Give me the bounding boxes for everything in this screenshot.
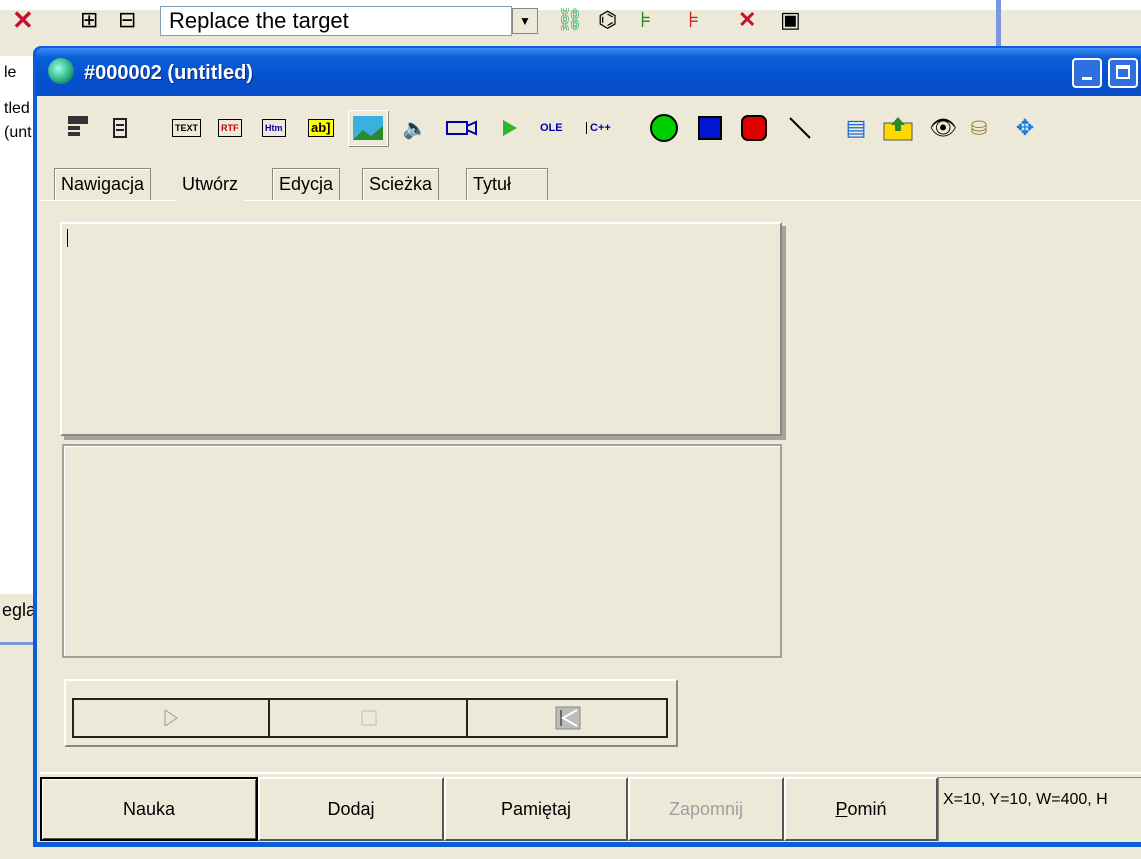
properties-icon[interactable] (64, 114, 92, 142)
video-icon[interactable] (444, 114, 480, 142)
pamietaj-button[interactable]: Pamiętaj (444, 777, 628, 841)
stop-button[interactable] (272, 700, 468, 736)
cpp-object-icon[interactable]: C++ (586, 114, 611, 142)
text-caret (67, 229, 68, 247)
html-object-icon[interactable]: Htm (262, 114, 286, 142)
maximize-button[interactable] (1108, 58, 1138, 88)
globe-icon (48, 58, 74, 84)
content-panel[interactable] (62, 444, 782, 658)
ole-label: OLE (540, 122, 563, 134)
dodaj-button[interactable]: Dodaj (258, 777, 444, 841)
stop-icon (361, 710, 377, 726)
background-list-item: le (4, 64, 17, 81)
rectangle-shape-icon[interactable] (696, 114, 724, 142)
binoculars-icon[interactable]: ⌬ (598, 6, 617, 34)
line-shape-icon[interactable] (786, 114, 814, 142)
rewind-button[interactable] (470, 700, 666, 736)
pomin-label: omiń (847, 798, 887, 819)
window-title: #000002 (untitled) (84, 62, 253, 84)
close-icon[interactable]: ✕ (12, 6, 34, 34)
background-status-text: egla (2, 600, 37, 620)
tab-utworz[interactable]: Utwórz (176, 166, 245, 202)
play-button[interactable] (74, 700, 270, 736)
remove-element-icon[interactable]: ⊧ (688, 6, 699, 34)
rtf-label: RTF (218, 119, 242, 137)
search-input[interactable]: Replace the target (160, 6, 512, 36)
image-object-icon[interactable] (348, 110, 388, 146)
text-edit-panel[interactable] (60, 222, 782, 436)
pomin-accelerator: P (835, 798, 848, 819)
move-icon[interactable]: ✥ (1008, 114, 1042, 142)
htm-label: Htm (262, 119, 286, 137)
play-icon[interactable] (498, 114, 522, 142)
notebook-icon[interactable]: ▤ (840, 114, 872, 142)
window-bottom-border (33, 842, 1141, 847)
dropdown-icon[interactable]: ▼ (512, 8, 538, 34)
text-object-icon[interactable]: TEXT (172, 114, 202, 142)
save-icon[interactable]: ▣ (780, 6, 801, 34)
ab-label: ab] (308, 119, 334, 137)
nauka-button[interactable]: Nauka (40, 777, 258, 841)
circle-shape-icon[interactable] (648, 114, 680, 142)
ole-object-icon[interactable]: OLE (540, 114, 563, 142)
tab-sciezka[interactable]: Scieżka (362, 168, 440, 200)
text-label: TEXT (172, 119, 202, 137)
pomin-button[interactable]: Pomiń (784, 777, 938, 841)
upload-folder-icon[interactable] (882, 114, 914, 142)
sound-icon[interactable]: 🔈 (400, 114, 430, 142)
zapomnij-button[interactable]: Zapomnij (628, 777, 784, 841)
background-list-item: (unt (4, 124, 32, 141)
tab-nawigacja[interactable]: Nawigacja (54, 168, 152, 200)
background-divider (996, 0, 1001, 48)
tree-expand-icon[interactable]: ⊞ (80, 6, 98, 34)
delete-icon[interactable]: ✕ (738, 6, 756, 34)
minimize-button[interactable] (1072, 58, 1102, 88)
flag-play-icon (164, 709, 178, 727)
background-list-item: tled (4, 100, 30, 117)
eye-icon[interactable]: 👁 (926, 114, 960, 142)
list-icon[interactable] (110, 114, 130, 142)
status-text: X=10, Y=10, W=400, H (938, 777, 1141, 841)
rtf-object-icon[interactable]: RTF (218, 114, 242, 142)
database-icon[interactable]: ⛁ (962, 114, 996, 142)
add-element-icon[interactable]: ⊧ (640, 6, 651, 34)
background-border (0, 642, 36, 645)
tree-collapse-icon[interactable]: ⊟ (118, 6, 136, 34)
edit-field-icon[interactable]: ab] (308, 114, 334, 142)
rounded-rectangle-shape-icon[interactable] (740, 114, 768, 142)
bottom-separator (40, 772, 1141, 774)
tab-edycja[interactable]: Edycja (272, 168, 341, 200)
link-icon[interactable]: ⛓ (556, 6, 584, 34)
cpp-label: C++ (586, 122, 611, 134)
background-list-panel (0, 56, 37, 642)
tab-tytul[interactable]: Tytuł (466, 168, 548, 200)
rewind-icon (555, 706, 581, 730)
